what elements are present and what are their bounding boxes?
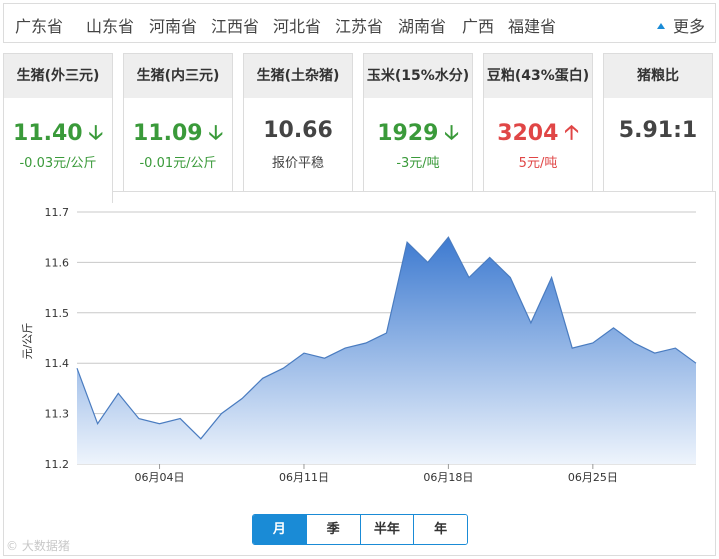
x-tick-label: 06月25日 xyxy=(568,471,618,484)
card-value: 11.40 🡣 xyxy=(4,118,112,146)
arrow-down-icon: 🡣 xyxy=(208,120,223,144)
card-pig-domestic[interactable]: 生猪(内三元) 11.09 🡣 -0.01元/公斤 xyxy=(123,53,233,192)
more-label: 更多 xyxy=(672,17,705,36)
y-tick-label: 11.7 xyxy=(45,206,70,219)
y-tick-label: 11.4 xyxy=(45,357,70,370)
province-shandong[interactable]: 山东省 xyxy=(86,13,134,37)
x-tick-label: 06月11日 xyxy=(279,471,329,484)
province-hunan[interactable]: 湖南省 xyxy=(398,13,446,37)
province-hebei[interactable]: 河北省 xyxy=(273,13,321,37)
tab-month[interactable]: 月 xyxy=(253,515,307,544)
card-corn[interactable]: 玉米(15%水分) 1929 🡣 -3元/吨 xyxy=(363,53,473,192)
card-value: 1929 🡣 xyxy=(364,118,472,146)
arrow-down-icon: 🡣 xyxy=(444,120,459,144)
card-title: 生猪(内三元) xyxy=(124,54,232,98)
card-pig-foreign[interactable]: 生猪(外三元) 11.40 🡣 -0.03元/公斤 xyxy=(3,53,113,203)
province-fujian[interactable]: 福建省 xyxy=(508,13,556,37)
card-title: 猪粮比 xyxy=(604,54,712,98)
province-guangxi[interactable]: 广西 xyxy=(462,13,494,37)
caret-up-icon xyxy=(656,23,665,29)
card-change: -3元/吨 xyxy=(396,156,440,171)
y-axis-label: 元/公斤 xyxy=(21,323,34,360)
card-value: 10.66 xyxy=(263,118,333,143)
x-tick-label: 06月04日 xyxy=(135,471,185,484)
card-value: 5.91:1 xyxy=(618,118,698,143)
range-tabs: 月 季 半年 年 xyxy=(252,514,468,545)
province-guangdong[interactable]: 广东省 xyxy=(15,13,63,37)
province-bar: 广东省 山东省 河南省 江西省 河北省 江苏省 湖南省 广西 福建省 更多 xyxy=(3,3,716,43)
more-button[interactable]: 更多 xyxy=(656,13,705,37)
tab-year[interactable]: 年 xyxy=(414,515,467,544)
y-tick-label: 11.2 xyxy=(45,458,70,471)
province-jiangsu[interactable]: 江苏省 xyxy=(335,13,383,37)
watermark: © 大数据猪 xyxy=(6,539,70,553)
card-change: -0.03元/公斤 xyxy=(19,156,97,171)
card-change: -0.01元/公斤 xyxy=(139,156,217,171)
card-soymeal[interactable]: 豆粕(43%蛋白) 3204 🡡 5元/吨 xyxy=(483,53,593,192)
province-henan[interactable]: 河南省 xyxy=(149,13,197,37)
province-jiangxi[interactable]: 江西省 xyxy=(211,13,259,37)
arrow-up-icon: 🡡 xyxy=(564,120,579,144)
card-pig-grain-ratio[interactable]: 猪粮比 5.91:1 xyxy=(603,53,713,192)
card-value: 11.09 🡣 xyxy=(124,118,232,146)
y-tick-label: 11.6 xyxy=(45,256,70,269)
card-change: 报价平稳 xyxy=(271,156,324,171)
x-tick-label: 06月18日 xyxy=(423,471,473,484)
area-fill xyxy=(77,237,696,464)
card-title: 生猪(外三元) xyxy=(4,54,112,98)
card-change: 5元/吨 xyxy=(518,156,558,171)
arrow-down-icon: 🡣 xyxy=(88,120,103,144)
tab-quarter[interactable]: 季 xyxy=(306,515,361,544)
y-tick-label: 11.3 xyxy=(45,408,70,421)
y-tick-label: 11.5 xyxy=(45,307,70,320)
tab-half-year[interactable]: 半年 xyxy=(360,515,415,544)
card-title: 生猪(土杂猪) xyxy=(244,54,352,98)
card-pig-local[interactable]: 生猪(土杂猪) 10.66 报价平稳 xyxy=(243,53,353,192)
card-value: 3204 🡡 xyxy=(484,118,592,146)
card-title: 玉米(15%水分) xyxy=(364,54,472,98)
price-chart: 11.7 11.6 11.5 11.4 11.3 11.2 06月04日 06月11日 06月1… xyxy=(21,206,697,484)
price-chart-panel: 11.7 11.6 11.5 11.4 11.3 11.2 06月04日 06月11日 06月1… xyxy=(3,191,716,556)
card-title: 豆粕(43%蛋白) xyxy=(484,54,592,98)
